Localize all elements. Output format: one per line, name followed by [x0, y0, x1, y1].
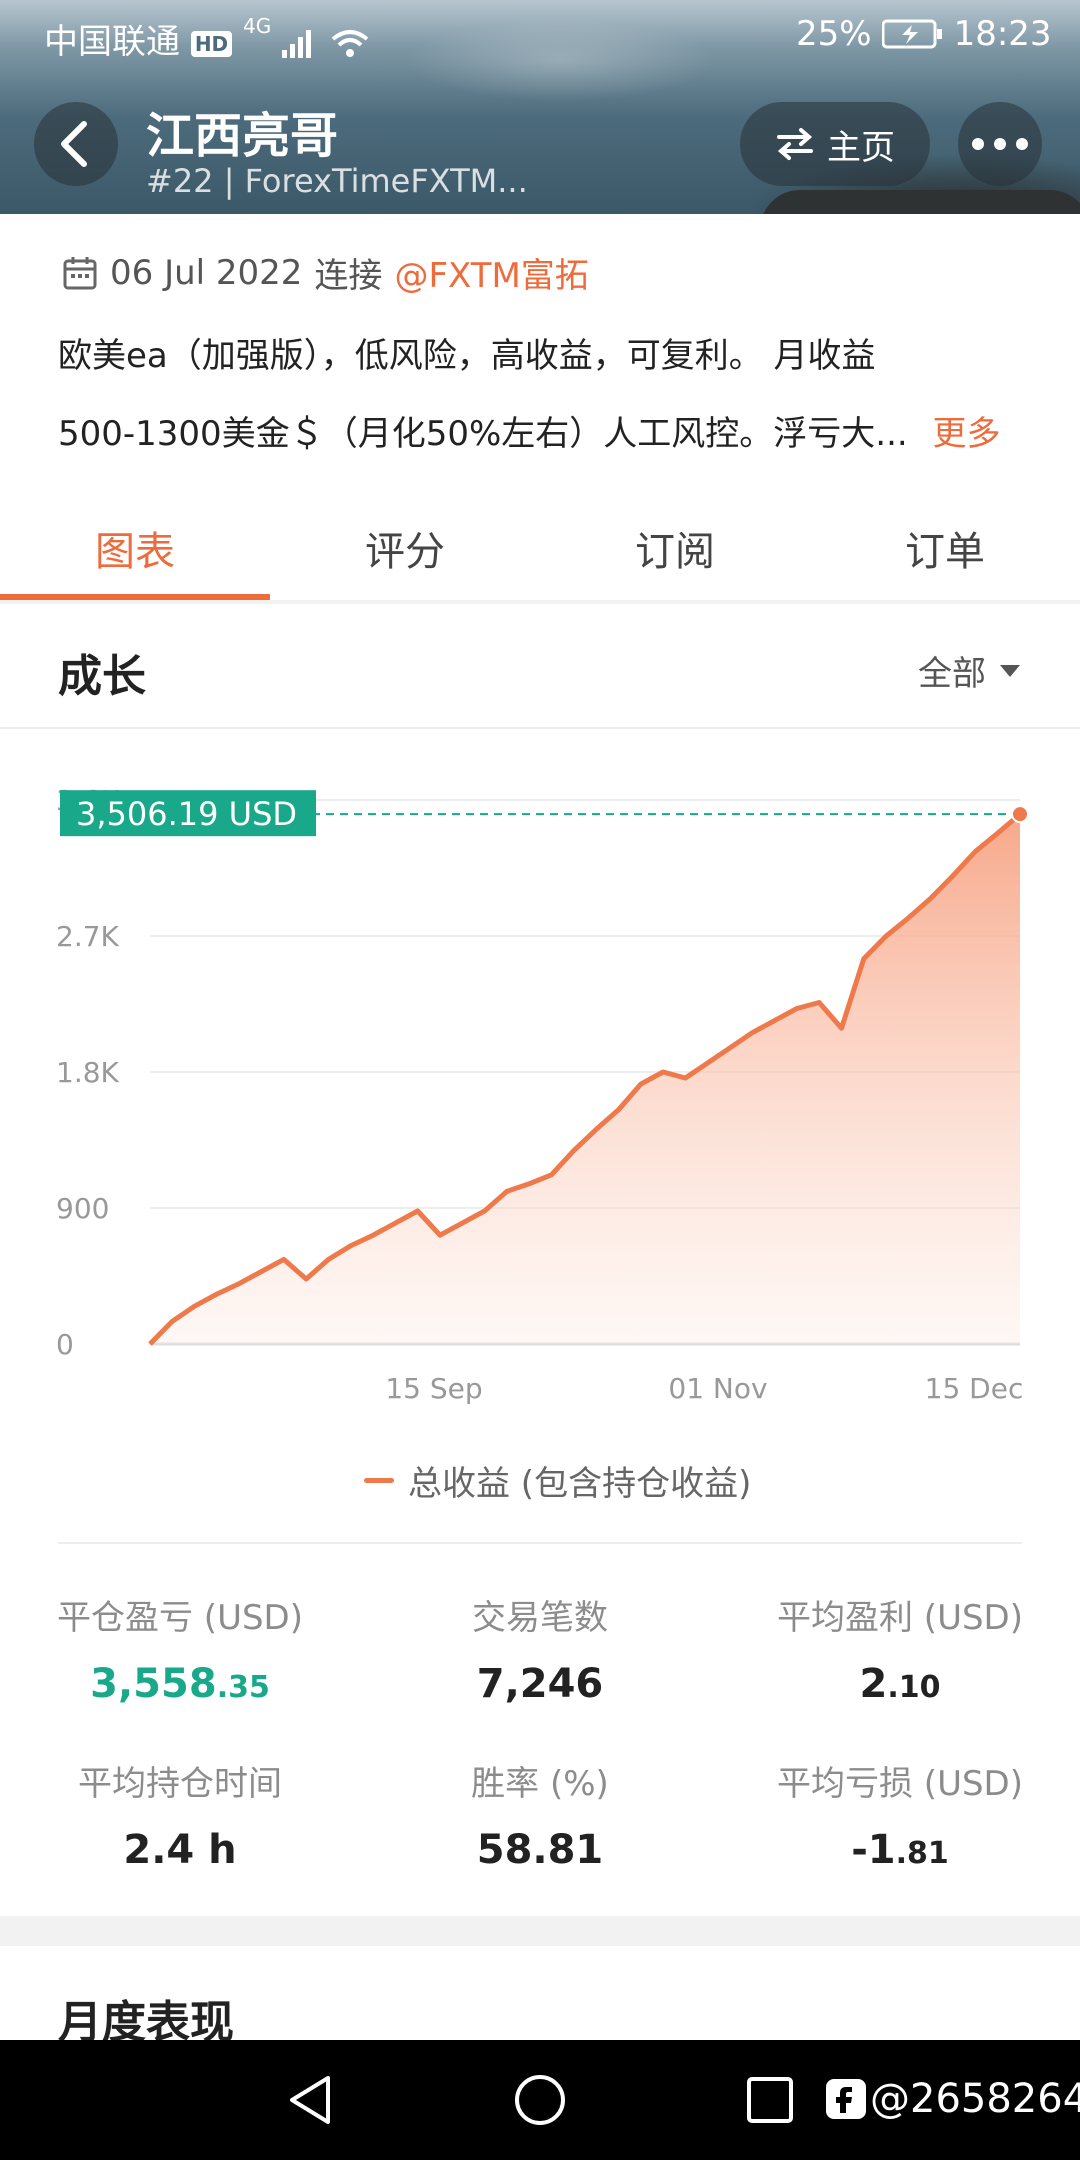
divider	[58, 1542, 1022, 1544]
home-button-label: 主页	[827, 127, 895, 168]
range-filter-label: 全部	[918, 654, 986, 694]
legend-swatch	[364, 1478, 394, 1483]
current-value-label: 3,506.19 USD	[76, 795, 297, 833]
swap-icon	[777, 128, 813, 160]
connect-text: 连接	[314, 256, 383, 296]
nav-home-icon[interactable]	[512, 2072, 568, 2128]
chevron-left-icon	[61, 121, 87, 167]
signal-icon	[282, 29, 312, 58]
tab-chart[interactable]: 图表	[0, 496, 270, 600]
chart-legend: 总收益 (包含持仓收益)	[364, 1456, 751, 1505]
system-nav-bar: @2658264	[0, 2040, 1080, 2160]
back-button[interactable]	[34, 102, 118, 186]
range-filter-dropdown[interactable]: 全部	[918, 646, 1022, 695]
description-text: 500-1300美金＄（月化50%左右）人工风控。浮亏大...	[58, 414, 908, 454]
wifi-icon	[331, 29, 369, 57]
tab-bar: 图表 评分 订阅 订单	[0, 496, 1080, 600]
stat-value: 2.4 h	[123, 1827, 237, 1873]
nav-recents-icon[interactable]	[742, 2072, 798, 2128]
current-value-point	[1011, 805, 1029, 824]
network-type: 4G	[242, 14, 272, 38]
tab-subscribe[interactable]: 订阅	[540, 496, 810, 600]
nav-back-icon[interactable]	[282, 2072, 338, 2128]
home-button[interactable]: 主页	[740, 102, 930, 186]
battery-percent: 25%	[796, 14, 872, 54]
growth-chart[interactable]: 09001.8K2.7K3.6K 15 Sep01 Nov15 Dec 3,50…	[0, 730, 1080, 1450]
watermark-text: @2658264	[870, 2076, 1080, 2122]
connect-date-row: 06 Jul 2022 连接 @FXTM富拓	[62, 248, 589, 297]
status-right: 25% 18:23	[796, 14, 1052, 54]
legend-label: 总收益 (包含持仓收益)	[408, 1464, 752, 1504]
calendar-icon	[63, 256, 97, 289]
hd-badge: HD	[190, 30, 233, 57]
header-background-rocks	[760, 190, 1080, 214]
more-link[interactable]: 更多	[933, 414, 1001, 454]
growth-title: 成长	[58, 651, 146, 702]
description-line-2: 500-1300美金＄（月化50%左右）人工风控。浮亏大... 更多	[58, 406, 1001, 455]
connect-date: 06 Jul 2022	[110, 252, 303, 293]
y-tick-label: 0	[56, 1328, 74, 1361]
x-tick-label: 01 Nov	[668, 1372, 767, 1405]
stat-value: 7,246	[476, 1661, 604, 1707]
y-tick-label: 1.8K	[56, 1056, 120, 1089]
stat-label: 胜率 (%)	[471, 1764, 609, 1804]
stat-label: 交易笔数	[472, 1598, 608, 1638]
stat-label: 平均持仓时间	[78, 1764, 282, 1804]
stat-avg-profit: 平均盈利 (USD) 2.10	[720, 1590, 1080, 1707]
stat-value: 2.10	[859, 1661, 941, 1707]
app-logo-icon	[826, 2079, 866, 2119]
series-area	[150, 814, 1020, 1344]
more-dots-icon	[972, 138, 1028, 150]
description-line-1: 欧美ea（加强版），低风险，高收益，可复利。 月收益	[58, 336, 876, 376]
stat-value: 58.81	[476, 1827, 604, 1873]
more-options-button[interactable]	[958, 102, 1042, 186]
y-tick-label: 900	[56, 1192, 109, 1225]
stat-avg-loss: 平均亏损 (USD) -1.81	[720, 1756, 1080, 1873]
profile-header: 中国联通 HD 4G 25% 18:23 江西亮哥 #22 | ForexTim…	[0, 0, 1080, 214]
stat-trade-count: 交易笔数 7,246	[360, 1590, 720, 1707]
stat-value: -1.81	[851, 1827, 949, 1873]
page-title: 江西亮哥	[146, 108, 339, 164]
stat-label: 平均亏损 (USD)	[777, 1764, 1023, 1804]
stat-avg-hold-time: 平均持仓时间 2.4 h	[0, 1756, 360, 1873]
tab-orders[interactable]: 订单	[810, 496, 1080, 600]
x-tick-label: 15 Sep	[385, 1372, 482, 1405]
stat-win-rate: 胜率 (%) 58.81	[360, 1756, 720, 1873]
tab-rating[interactable]: 评分	[270, 496, 540, 600]
status-carrier: 中国联通 HD 4G	[44, 14, 369, 63]
stat-value: 3,558.35	[90, 1661, 270, 1707]
x-tick-label: 15 Dec	[925, 1372, 1024, 1405]
divider	[0, 727, 1080, 729]
stat-label: 平仓盈亏 (USD)	[57, 1598, 303, 1638]
caret-down-icon	[1000, 664, 1020, 677]
clock: 18:23	[953, 14, 1052, 54]
watermark: @2658264	[826, 2076, 1080, 2122]
stat-label: 平均盈利 (USD)	[777, 1598, 1023, 1638]
y-tick-label: 2.7K	[56, 920, 120, 953]
account-subtitle: #22 | ForexTimeFXTM...	[146, 162, 528, 200]
broker-link[interactable]: @FXTM富拓	[394, 248, 588, 297]
battery-icon	[881, 19, 942, 49]
stat-closed-pnl: 平仓盈亏 (USD) 3,558.35	[0, 1590, 360, 1707]
